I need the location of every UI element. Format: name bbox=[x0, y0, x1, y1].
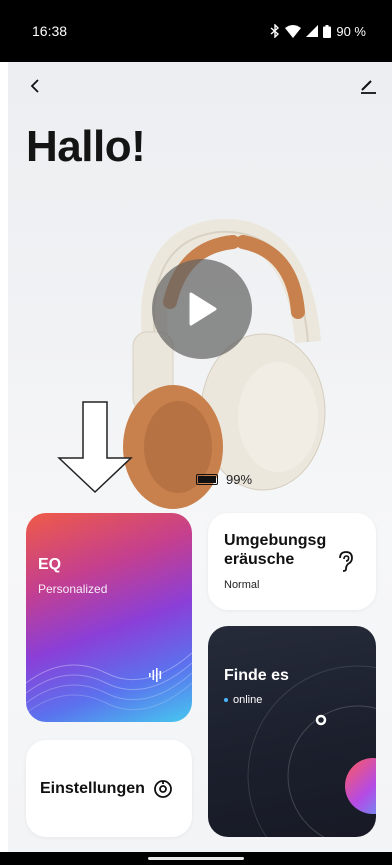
settings-icon bbox=[154, 779, 172, 798]
battery-icon bbox=[196, 474, 218, 485]
find-device-card[interactable]: Finde es online bbox=[208, 626, 376, 837]
page-title: Hallo! bbox=[26, 122, 146, 171]
down-arrow-icon bbox=[57, 401, 133, 494]
find-status: online bbox=[224, 694, 262, 706]
battery-fill bbox=[198, 476, 216, 483]
online-dot bbox=[224, 698, 228, 702]
status-battery-percent: 90 % bbox=[336, 23, 366, 39]
eq-card[interactable]: EQ Personalized bbox=[26, 513, 192, 722]
settings-title: Einstellungen bbox=[40, 779, 145, 797]
play-icon bbox=[189, 292, 217, 326]
radar-graphic bbox=[247, 665, 376, 837]
back-icon[interactable] bbox=[26, 76, 46, 96]
sound-wave-icon bbox=[149, 668, 162, 682]
ambient-title: Umgebungsgeräusche bbox=[224, 532, 327, 568]
ambient-sound-card[interactable]: Umgebungsgeräusche Normal bbox=[208, 513, 376, 610]
phone-battery-icon bbox=[323, 24, 332, 38]
play-button[interactable] bbox=[152, 259, 252, 359]
navigation-bar bbox=[0, 852, 392, 865]
find-status-text: online bbox=[233, 694, 263, 706]
wave-pattern bbox=[26, 652, 192, 714]
settings-card[interactable]: Einstellungen bbox=[26, 740, 192, 837]
status-icons: 90 % bbox=[270, 24, 366, 39]
bluetooth-icon bbox=[270, 24, 280, 38]
eq-subtitle: Personalized bbox=[38, 582, 108, 596]
eq-title: EQ bbox=[38, 556, 62, 573]
ear-icon bbox=[339, 551, 353, 572]
status-time: 16:38 bbox=[32, 23, 68, 39]
headphone-battery: 99% bbox=[196, 472, 252, 487]
edit-icon[interactable] bbox=[358, 76, 378, 96]
wifi-icon bbox=[285, 24, 302, 38]
find-title: Finde es bbox=[224, 667, 289, 684]
ambient-subtitle: Normal bbox=[224, 579, 260, 591]
home-indicator[interactable] bbox=[148, 857, 244, 860]
battery-percent: 99% bbox=[226, 472, 253, 487]
status-bar: 16:38 90 % bbox=[0, 0, 392, 62]
signal-icon bbox=[306, 25, 319, 37]
